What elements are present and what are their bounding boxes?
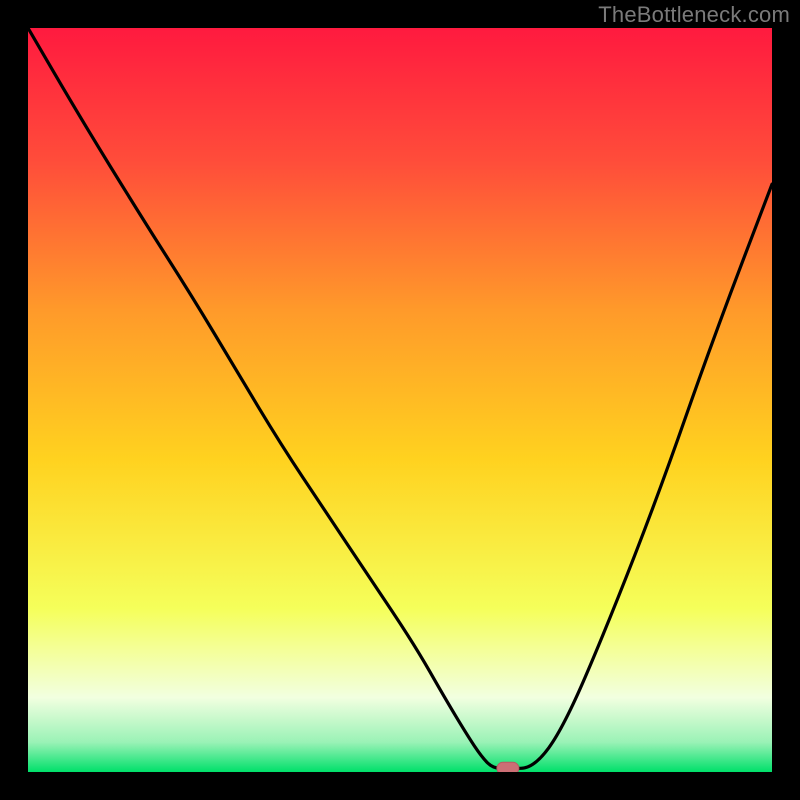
plot-area: [28, 28, 772, 772]
gradient-background: [28, 28, 772, 772]
optimal-marker: [497, 762, 519, 772]
watermark-text: TheBottleneck.com: [598, 2, 790, 28]
chart-frame: TheBottleneck.com: [0, 0, 800, 800]
bottleneck-plot: [28, 28, 772, 772]
